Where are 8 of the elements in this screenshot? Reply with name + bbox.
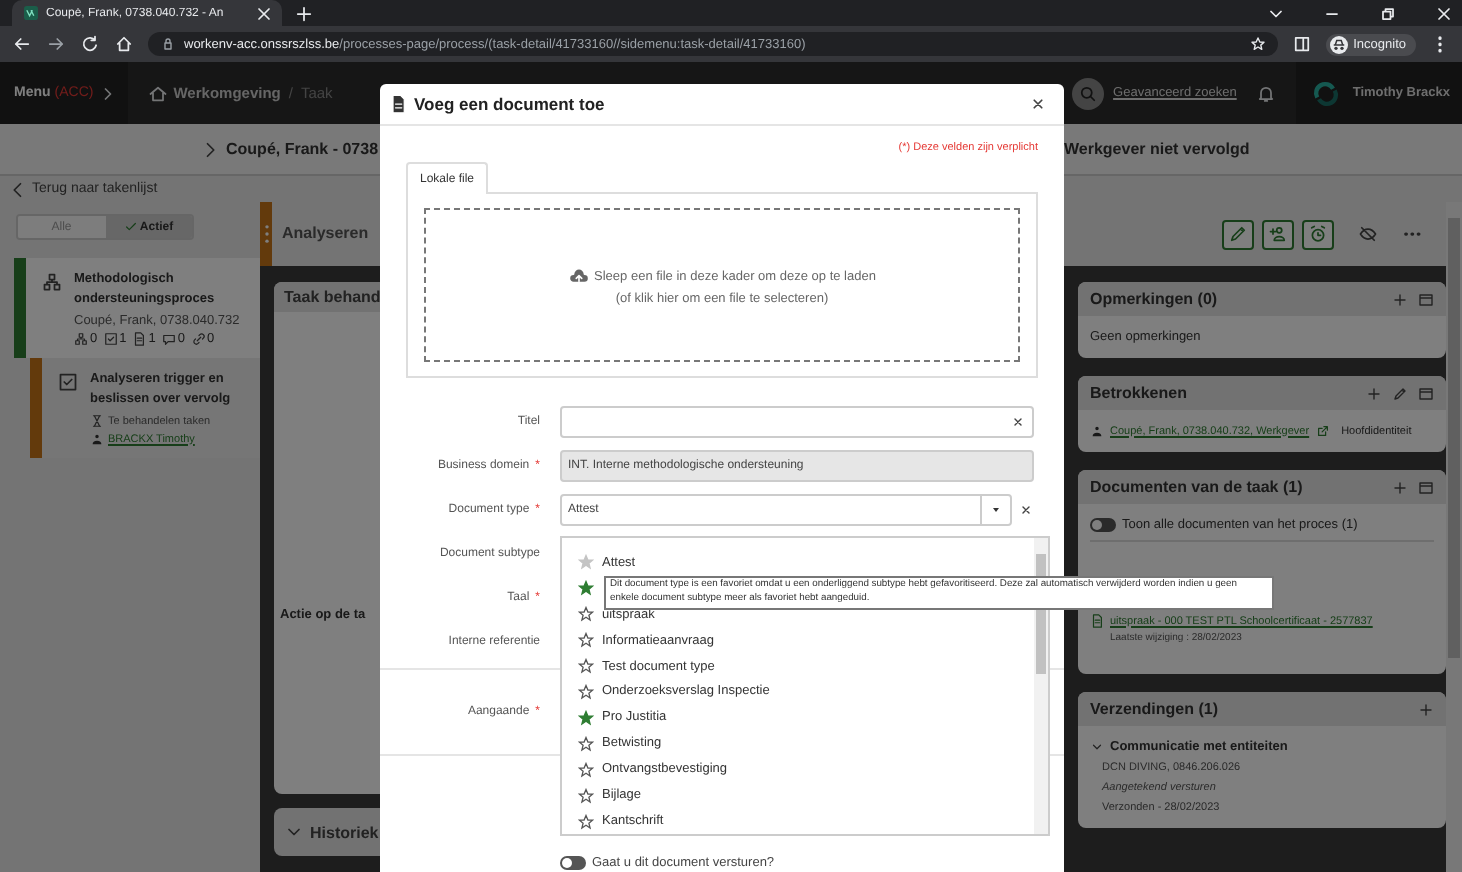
- panel-title: Opmerkingen (0): [1090, 290, 1218, 308]
- panel-title: Verzendingen (1): [1090, 700, 1219, 718]
- panel-title: Documenten van de taak (1): [1090, 478, 1303, 496]
- panel-title: Betrokkenen: [1090, 384, 1187, 402]
- dialog-title: Voeg een document toe: [414, 94, 605, 114]
- case-title: Coupé, Frank - 0738: [226, 140, 379, 158]
- case-title: Werkgever niet vervolgd: [1064, 140, 1250, 158]
- task-heading: Analyseren: [282, 224, 369, 242]
